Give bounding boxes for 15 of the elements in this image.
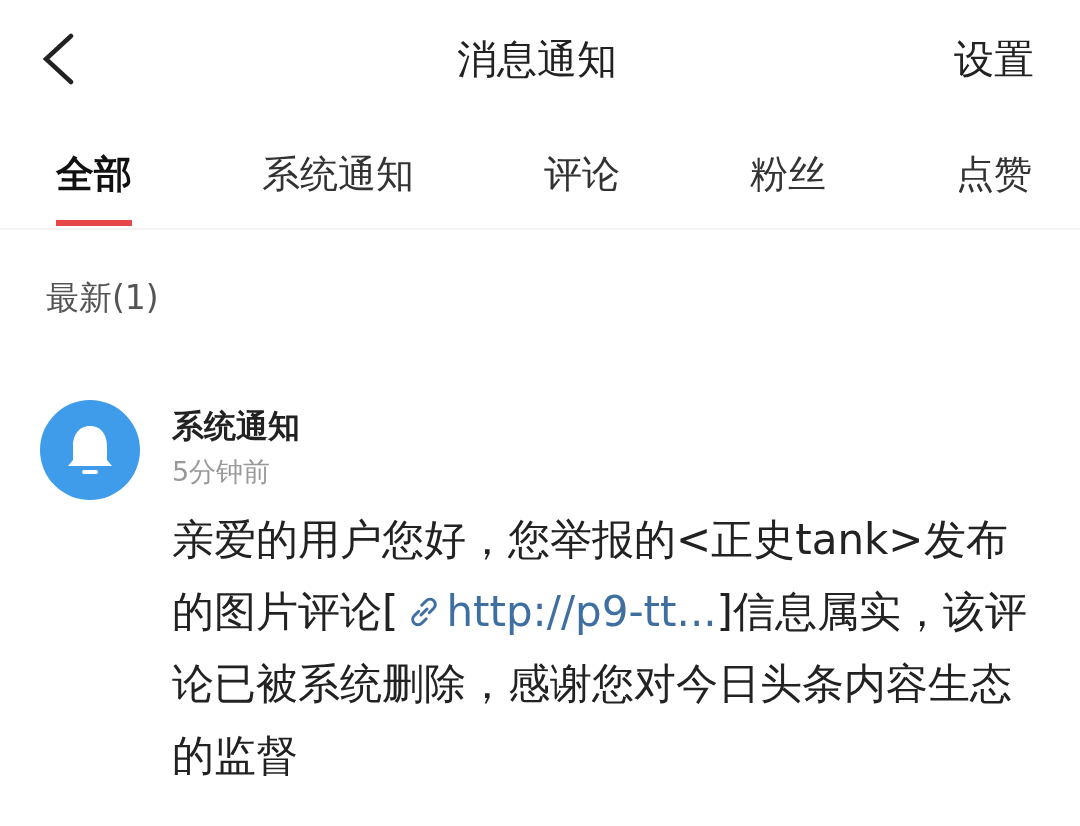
sender-name: 系统通知	[172, 406, 301, 447]
back-button[interactable]	[40, 33, 76, 85]
settings-button[interactable]: 设置	[954, 31, 1034, 87]
page-title: 消息通知	[457, 34, 617, 84]
tab[interactable]: 评论	[544, 118, 620, 226]
back-icon	[40, 33, 76, 85]
tab[interactable]: 点赞	[956, 118, 1032, 226]
timestamp: 5分钟前	[172, 455, 272, 489]
message-link[interactable]: http://p9-tt...	[398, 587, 717, 636]
section-title: 最新(1)	[46, 278, 159, 317]
bell-avatar-icon	[40, 400, 140, 500]
tab[interactable]: 粉丝	[750, 118, 826, 226]
tab[interactable]: 全部	[56, 118, 132, 226]
tab[interactable]: 系统通知	[262, 118, 414, 226]
message-text: 亲爱的用户您好，您举报的<正史tank>发布的图片评论[ http://p9-tt...]信息属实，该评论已被系统删除，感谢您对今日头条内容生态的监督	[172, 514, 1028, 782]
